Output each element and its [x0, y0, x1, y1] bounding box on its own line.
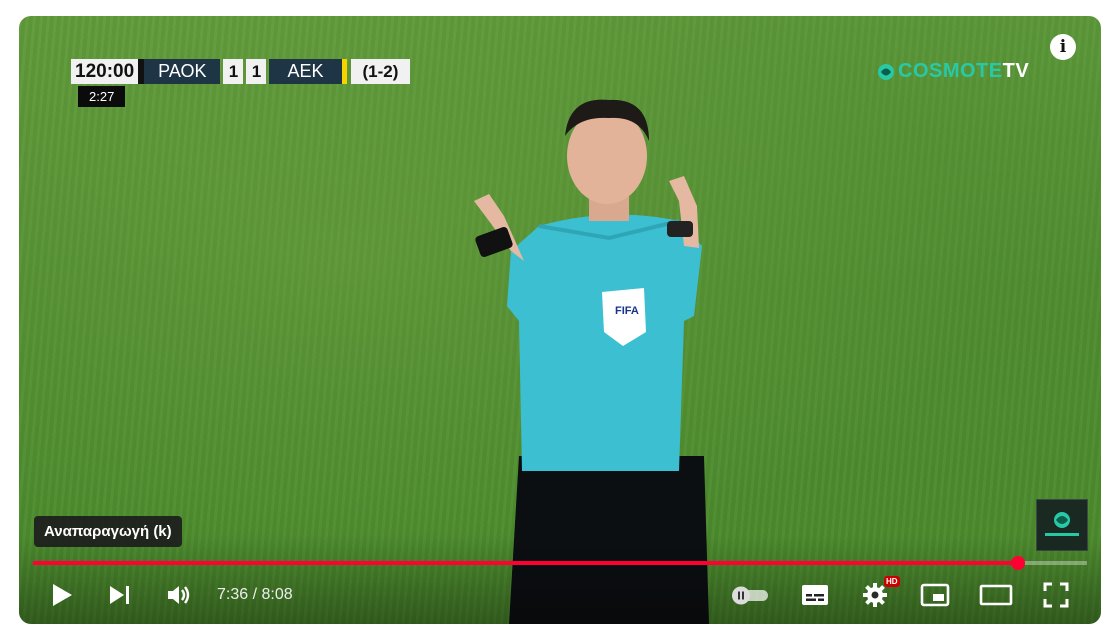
match-clock: 120:00 [71, 59, 139, 84]
theater-mode-button[interactable] [979, 578, 1013, 612]
progress-played [33, 561, 1019, 565]
volume-icon [168, 586, 190, 604]
info-icon[interactable]: i [1050, 34, 1076, 60]
volume-button[interactable] [165, 578, 195, 612]
svg-text:FIFA: FIFA [615, 305, 639, 317]
broadcaster-suffix: TV [1002, 60, 1030, 82]
autoplay-toggle-icon [732, 586, 768, 605]
home-team: ΡΑΟΚ [144, 59, 221, 84]
progress-bar[interactable] [33, 556, 1087, 570]
subtitles-button[interactable] [799, 578, 831, 612]
cosmote-mark-icon [878, 63, 894, 80]
yellow-card-marker [341, 59, 347, 84]
fullscreen-icon [1043, 582, 1069, 608]
next-button[interactable] [107, 578, 133, 612]
play-button[interactable] [47, 578, 77, 612]
away-score: 1 [246, 59, 267, 84]
broadcaster-name: COSMOTE [898, 60, 1003, 82]
away-team: ΑΕΚ [269, 59, 342, 84]
miniplayer-button[interactable] [919, 578, 951, 612]
subtitles-icon [802, 585, 828, 605]
play-tooltip: Αναπαραγωγή (k) [34, 516, 182, 547]
miniplayer-icon [920, 583, 950, 607]
video-player[interactable]: FIFA 120:00 ΡΑΟΚ 1 1 ΑΕΚ (1-2) 2:27 COSM… [19, 16, 1101, 624]
theater-mode-icon [979, 584, 1013, 606]
penalty-score: (1-2) [350, 59, 411, 84]
next-icon [110, 586, 129, 604]
time-display: 7:36 / 8:08 [217, 586, 293, 603]
home-score: 1 [223, 59, 244, 84]
hd-badge: HD [884, 576, 900, 587]
scoreboard: 120:00 ΡΑΟΚ 1 1 ΑΕΚ (1-2) [71, 59, 411, 84]
fullscreen-button[interactable] [1041, 578, 1071, 612]
added-time: 2:27 [78, 86, 126, 107]
play-icon [53, 584, 72, 606]
broadcaster-logo: COSMOTETV [877, 60, 1029, 83]
autoplay-toggle[interactable] [729, 578, 773, 612]
